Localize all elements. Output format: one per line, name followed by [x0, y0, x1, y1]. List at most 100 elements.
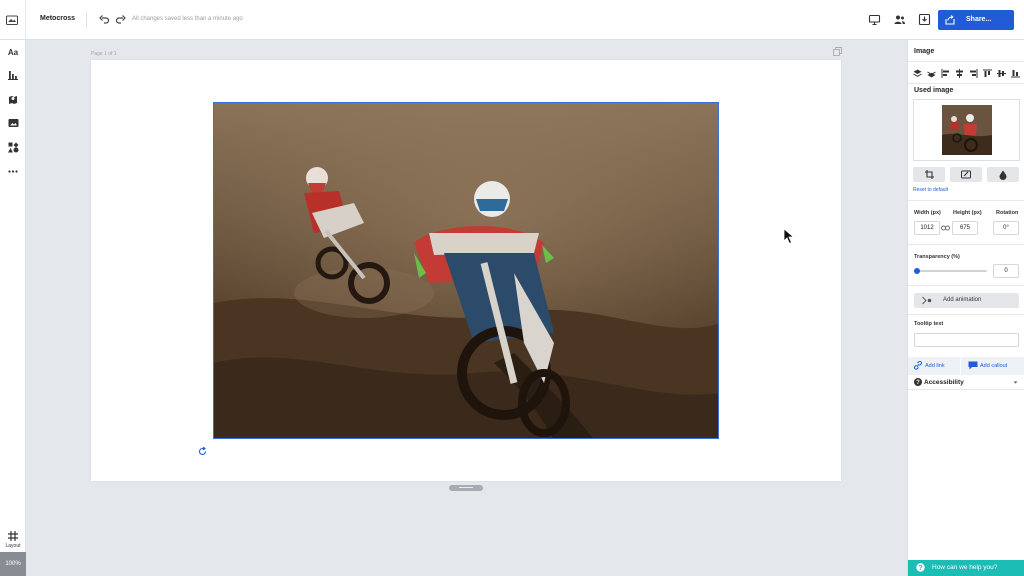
align-right-button[interactable] [967, 67, 979, 79]
drop-icon [999, 170, 1007, 180]
preview-desktop-icon[interactable] [868, 13, 881, 26]
slider-knob[interactable] [914, 268, 920, 274]
charts-tool[interactable] [6, 68, 20, 82]
thumbnail-image [942, 105, 992, 155]
divider [908, 244, 1024, 245]
duplicate-page-icon[interactable] [833, 47, 842, 56]
media-tool[interactable] [6, 116, 20, 130]
collaborators-icon[interactable] [893, 13, 906, 26]
send-backward-button[interactable] [925, 67, 937, 79]
mouse-cursor-icon [783, 228, 795, 245]
properties-panel: Image Used image Reset to default Width … [907, 40, 1024, 576]
transparency-input[interactable]: 0 [993, 264, 1019, 278]
layout-label: Layout [5, 543, 21, 549]
shapes-tool[interactable] [6, 140, 20, 154]
svg-text:?: ? [918, 565, 922, 572]
accessibility-label: Accessibility [924, 379, 964, 386]
used-image-label: Used image [914, 87, 954, 94]
arrange-toolbar [911, 67, 1024, 79]
callout-icon [968, 361, 978, 370]
add-animation-button[interactable]: Add animation [914, 293, 1019, 308]
save-status: All changes saved less than a minute ago [132, 16, 243, 22]
panel-title: Image [914, 48, 935, 55]
height-label: Height (px) [953, 210, 982, 216]
home-icon[interactable] [6, 14, 18, 25]
page-resize-handle[interactable] [449, 485, 483, 491]
replace-image-icon [961, 170, 971, 179]
transparency-slider[interactable] [914, 268, 987, 274]
height-input[interactable]: 675 [952, 221, 978, 235]
accessibility-section[interactable]: ? Accessibility [908, 375, 1024, 390]
chevron-down-icon [1013, 381, 1018, 384]
add-callout-label: Add callout [980, 363, 1008, 369]
shapes-icon [7, 142, 18, 152]
align-center-button[interactable] [953, 67, 965, 79]
top-bar: Metocross All changes saved less than a … [0, 0, 1024, 40]
animation-icon [922, 296, 932, 305]
align-right-icon [969, 68, 977, 78]
align-bottom-button[interactable] [1009, 67, 1021, 79]
add-link-label: Add link [925, 363, 945, 369]
divider [86, 12, 87, 28]
divider [908, 200, 1024, 201]
crop-button[interactable] [913, 167, 945, 182]
align-middle-icon [996, 69, 1006, 77]
add-link-tab[interactable]: Add link [908, 357, 960, 375]
layout-button[interactable]: Layout [0, 528, 26, 552]
page-label: Page 1 of 1 [91, 51, 117, 57]
divider [25, 0, 26, 40]
more-icon [8, 169, 18, 173]
svg-text:?: ? [916, 380, 920, 386]
crop-icon [924, 170, 934, 179]
align-left-button[interactable] [939, 67, 951, 79]
add-callout-tab[interactable]: Add callout [961, 357, 1024, 375]
maps-tool[interactable] [6, 92, 20, 106]
divider [908, 285, 1024, 286]
zoom-level[interactable]: 100% [0, 552, 26, 576]
rotation-input[interactable]: 0° [993, 221, 1019, 235]
link-aspect-ratio-icon[interactable] [941, 224, 950, 232]
tooltip-label: Tooltip text [914, 321, 944, 327]
bring-forward-button[interactable] [911, 67, 923, 79]
question-icon: ? [916, 563, 925, 572]
divider [908, 83, 1024, 84]
motocross-photo[interactable] [213, 102, 719, 439]
reset-to-default-link[interactable]: Reset to default [913, 187, 948, 193]
align-top-button[interactable] [981, 67, 993, 79]
tooltip-input[interactable] [914, 333, 1019, 347]
link-icon [914, 361, 922, 370]
rotation-label: Rotation [996, 210, 1019, 216]
divider [908, 61, 1024, 62]
replace-image-button[interactable] [950, 167, 982, 182]
align-bottom-icon [1010, 69, 1020, 77]
share-button[interactable]: Share... [938, 10, 1014, 30]
download-icon[interactable] [918, 13, 931, 26]
grid-hash-icon [8, 531, 18, 541]
rotate-handle-icon[interactable] [198, 447, 207, 456]
more-tools[interactable] [6, 164, 20, 178]
chart-icon [8, 71, 18, 80]
align-top-icon [982, 69, 992, 77]
align-middle-button[interactable] [995, 67, 1007, 79]
redo-icon[interactable] [115, 14, 126, 25]
image-thumbnail[interactable] [942, 105, 992, 155]
map-icon [9, 96, 17, 104]
help-chat-bar[interactable]: ? How can we help you? [908, 560, 1024, 576]
transparency-label: Transparency (%) [914, 254, 960, 260]
layer-down-icon [926, 71, 936, 77]
motocross-image [214, 103, 718, 438]
help-label: How can we help you? [932, 564, 998, 571]
share-label: Share... [966, 16, 992, 23]
width-label: Width (px) [914, 210, 941, 216]
document-title[interactable]: Metocross [40, 15, 75, 22]
help-circle-icon: ? [914, 378, 922, 386]
width-input[interactable]: 1012 [914, 221, 940, 235]
left-toolbar: Aa Layout 100% [0, 40, 26, 576]
image-icon [8, 119, 18, 127]
slider-track [914, 270, 987, 272]
align-center-icon [955, 68, 963, 78]
filter-button[interactable] [987, 167, 1019, 182]
undo-icon[interactable] [99, 14, 110, 25]
layer-up-icon [912, 69, 922, 77]
text-tool[interactable]: Aa [6, 45, 20, 59]
